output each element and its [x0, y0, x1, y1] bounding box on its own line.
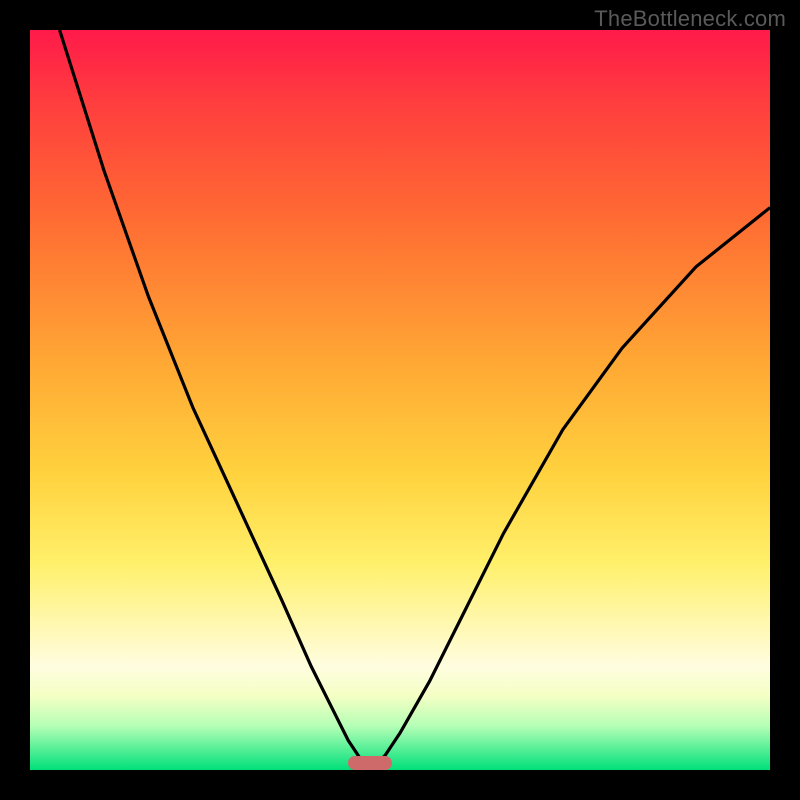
curve-left-branch [60, 30, 371, 770]
bottleneck-curve [30, 30, 770, 770]
curve-right-branch [370, 208, 770, 770]
watermark-text: TheBottleneck.com [594, 6, 786, 32]
optimal-marker [348, 756, 392, 770]
plot-area [30, 30, 770, 770]
